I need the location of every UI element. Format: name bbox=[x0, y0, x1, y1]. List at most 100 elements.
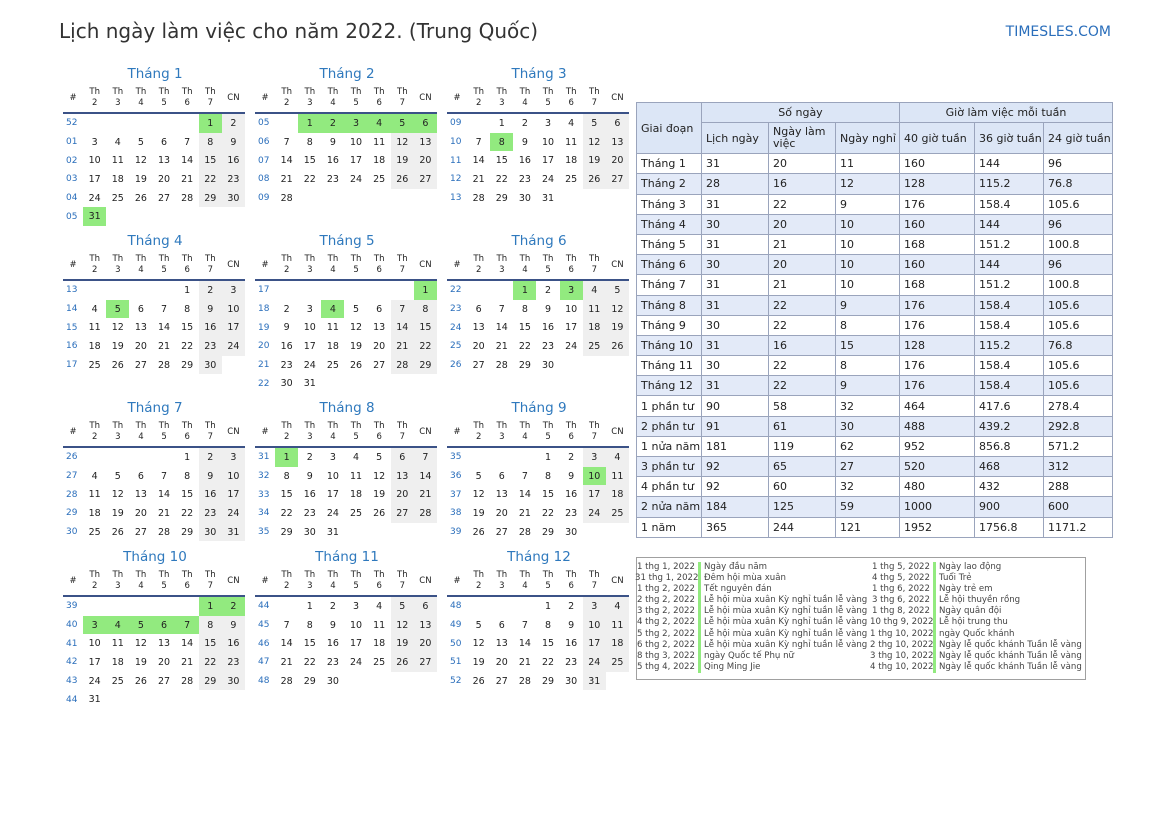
day-cell: 22 bbox=[303, 173, 316, 185]
stats-cell: 184 bbox=[701, 496, 769, 518]
weekday-header: Th 2 bbox=[89, 87, 100, 108]
stats-cell: 312 bbox=[1043, 455, 1113, 478]
week-number: 48 bbox=[450, 601, 462, 612]
day-cell: 29 bbox=[542, 675, 555, 687]
stats-cell: 105.6 bbox=[1043, 314, 1113, 336]
day-cell: 26 bbox=[350, 359, 363, 371]
stats-cell: 59 bbox=[835, 496, 900, 518]
day-cell: 16 bbox=[221, 634, 245, 654]
holiday-name: Lễ hội mùa xuân Kỳ nghỉ tuần lễ vàng bbox=[698, 628, 867, 640]
stats-cell: 8 bbox=[835, 314, 900, 336]
day-cell: 30 bbox=[326, 675, 339, 687]
weekday-header: CN bbox=[611, 259, 624, 270]
workday-stats-table: Giai đoạn Số ngày Giờ làm việc mỗi tuần … bbox=[636, 101, 1113, 538]
weekday-header: Th 6 bbox=[373, 254, 385, 275]
stats-header-hours: Giờ làm việc mỗi tuần bbox=[899, 101, 1113, 124]
weekday-header: Th 2 bbox=[281, 87, 292, 108]
day-cell: 27 bbox=[413, 170, 437, 189]
holiday-item: 31 thg 1, 2022 Đêm hội mùa xuân bbox=[635, 573, 867, 585]
week-number: 02 bbox=[66, 155, 78, 166]
weekday-header: Th 3 bbox=[304, 87, 316, 108]
stats-row: 1 năm 365 244 121 1952 1756.8 1171.2 bbox=[636, 516, 1113, 538]
week-number: 12 bbox=[450, 174, 462, 185]
week-number: 38 bbox=[450, 508, 462, 519]
holiday-day-cell: 3 bbox=[83, 615, 107, 635]
weekday-header: Th 6 bbox=[181, 421, 193, 442]
holiday-name: Lễ hội mùa xuân Kỳ nghỉ tuần lễ vàng bbox=[698, 606, 867, 618]
week-row: 07 14 15 16 17 18 19 20 bbox=[255, 151, 437, 171]
day-cell: 20 bbox=[472, 340, 485, 352]
month-calendar: Tháng 7 # Th 2 Th 3 Th 4 Th 5 Th 6 Th 7 CN 26 1 2 3 27 4 5 6 7 8… bbox=[63, 398, 245, 542]
holiday-list: 1 thg 1, 2022 Ngày đầu năm 31 thg 1, 2022 Đ… bbox=[635, 557, 1086, 680]
week-number: 06 bbox=[258, 137, 270, 148]
month-title: Tháng 3 bbox=[511, 66, 567, 82]
weekday-header: Th 3 bbox=[304, 254, 316, 275]
day-cell: 19 bbox=[390, 634, 414, 654]
week-number-header: # bbox=[69, 426, 77, 437]
day-cell: 21 bbox=[280, 656, 293, 668]
weekday-header: Th 7 bbox=[205, 570, 216, 591]
day-cell bbox=[321, 189, 344, 208]
holiday-day-cell: 3 bbox=[559, 280, 583, 300]
day-cell: 4 bbox=[605, 596, 629, 616]
day-cell: 15 bbox=[280, 489, 293, 501]
stats-header-work-days: Ngày làm việc bbox=[768, 122, 836, 155]
day-cell bbox=[176, 690, 199, 709]
holiday-name: Ngày lễ quốc khánh Tuần lễ vàng bbox=[933, 661, 1082, 673]
day-cell: 16 bbox=[542, 322, 555, 334]
week-row: 32 8 9 10 11 12 13 14 bbox=[255, 466, 437, 486]
week-row: 42 17 18 19 20 21 22 23 bbox=[63, 653, 245, 672]
holiday-day-cell: 6 bbox=[152, 615, 176, 635]
day-cell: 25 bbox=[88, 526, 101, 538]
week-number: 37 bbox=[450, 489, 462, 500]
stats-cell: 468 bbox=[974, 455, 1044, 478]
holiday-item: 3 thg 2, 2022 Lễ hội mùa xuân Kỳ nghỉ tuầ… bbox=[635, 606, 867, 618]
day-cell: 3 bbox=[306, 303, 313, 315]
day-cell: 9 bbox=[198, 466, 222, 486]
week-number: 22 bbox=[258, 378, 270, 389]
day-cell: 15 bbox=[303, 638, 316, 650]
day-cell: 4 bbox=[91, 303, 98, 315]
week-number: 35 bbox=[450, 452, 462, 463]
day-cell: 30 bbox=[280, 378, 293, 390]
stats-cell: 60 bbox=[768, 476, 836, 498]
day-cell bbox=[106, 280, 129, 300]
day-cell bbox=[176, 207, 199, 226]
stats-cell: 1756.8 bbox=[974, 516, 1044, 538]
day-cell: 18 bbox=[373, 638, 386, 650]
day-cell: 27 bbox=[605, 170, 629, 189]
day-cell: 3 bbox=[353, 600, 360, 612]
weekday-header: CN bbox=[227, 426, 240, 437]
weekday-header: CN bbox=[227, 259, 240, 270]
week-row: 12 21 22 23 24 25 26 27 bbox=[447, 170, 629, 189]
stats-cell: 27 bbox=[835, 455, 900, 478]
day-cell: 11 bbox=[88, 489, 101, 501]
stats-cell: 128 bbox=[899, 173, 975, 195]
day-cell: 13 bbox=[413, 615, 437, 635]
day-cell: 8 bbox=[545, 470, 552, 482]
stats-row: Tháng 6 30 20 10 160 144 96 bbox=[636, 254, 1113, 276]
site-link[interactable]: TIMESLES.COM bbox=[1006, 24, 1111, 40]
day-cell: 31 bbox=[542, 192, 555, 204]
day-cell: 11 bbox=[373, 136, 386, 148]
week-number: 17 bbox=[66, 360, 78, 371]
day-cell: 30 bbox=[198, 522, 222, 542]
week-row: 13 28 29 30 31 bbox=[447, 189, 629, 208]
week-number: 29 bbox=[66, 508, 78, 519]
week-number-header: # bbox=[69, 259, 77, 270]
day-cell: 23 bbox=[326, 173, 339, 185]
day-cell: 15 bbox=[542, 638, 555, 650]
stats-cell: 1171.2 bbox=[1043, 516, 1113, 538]
week-number: 05 bbox=[258, 118, 270, 129]
day-cell: 27 bbox=[158, 675, 171, 687]
day-cell bbox=[414, 523, 437, 542]
week-number-header: # bbox=[261, 92, 269, 103]
day-cell: 21 bbox=[472, 173, 485, 185]
weekday-header: Th 7 bbox=[397, 87, 408, 108]
day-cell: 14 bbox=[181, 638, 194, 650]
day-cell: 6 bbox=[376, 303, 383, 315]
day-cell: 29 bbox=[181, 359, 194, 371]
day-cell: 7 bbox=[161, 303, 168, 315]
holiday-day-cell: 4 bbox=[106, 615, 130, 635]
stats-cell: 10 bbox=[835, 233, 900, 256]
